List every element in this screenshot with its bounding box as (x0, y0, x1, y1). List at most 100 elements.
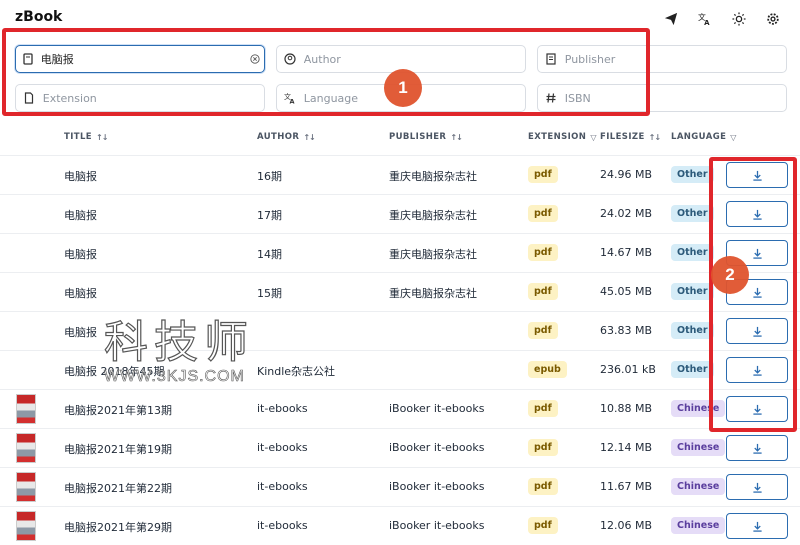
download-icon (752, 443, 762, 454)
book-cover-thumbnail[interactable] (16, 433, 36, 463)
send-icon[interactable] (662, 10, 680, 28)
row-title[interactable]: 电脑报 (64, 246, 97, 262)
clear-icon[interactable] (246, 54, 264, 64)
extension-badge: pdf (528, 517, 558, 534)
column-title-header[interactable]: TITLE ↑↓ (64, 132, 108, 142)
column-author-label: AUTHOR (257, 132, 300, 142)
download-button[interactable] (726, 513, 788, 539)
download-icon (752, 287, 762, 298)
language-badge: Other (671, 205, 714, 222)
row-title[interactable]: 电脑报 (64, 207, 97, 223)
row-title[interactable]: 电脑报 (64, 168, 97, 184)
column-title-label: TITLE (64, 132, 92, 142)
download-button[interactable] (726, 318, 788, 344)
row-publisher: 重庆电脑报杂志社 (389, 209, 477, 222)
sort-icon: ↑↓ (95, 132, 108, 142)
column-language-header[interactable]: LANGUAGE ▽ (671, 132, 737, 142)
row-author: it-ebooks (257, 480, 308, 493)
download-icon (752, 326, 762, 337)
filter-icon[interactable]: ▽ (730, 133, 737, 142)
extension-input[interactable] (42, 85, 264, 111)
extension-badge: pdf (528, 283, 558, 300)
row-author: it-ebooks (257, 402, 308, 415)
building-icon (538, 53, 565, 65)
row-publisher: iBooker it-ebooks (389, 402, 485, 415)
table-row: 电脑报 15期 重庆电脑报杂志社 pdf 45.05 MB Other (0, 272, 800, 311)
sort-icon: ↑↓ (303, 132, 315, 142)
row-title[interactable]: 电脑报 2018年45期 (64, 363, 165, 379)
book-cover-thumbnail[interactable] (16, 394, 36, 424)
table-row: 电脑报2021年第29期 it-ebooks iBooker it-ebooks… (0, 506, 800, 545)
language-badge: Chinese (671, 517, 726, 534)
language-badge: Other (671, 244, 714, 261)
book-cover-thumbnail[interactable] (16, 511, 36, 541)
table-header: TITLE ↑↓ AUTHOR ↑↓ PUBLISHER ↑↓ EXTENSION ▽ … (0, 127, 800, 149)
download-button[interactable] (726, 396, 788, 422)
author-input[interactable] (303, 46, 525, 72)
row-filesize: 24.02 MB (600, 207, 653, 220)
row-filesize: 12.14 MB (600, 441, 653, 454)
row-title[interactable]: 电脑报2021年第22期 (64, 480, 172, 496)
row-title[interactable]: 电脑报 (64, 324, 97, 340)
row-publisher: iBooker it-ebooks (389, 441, 485, 454)
row-author: 15期 (257, 287, 282, 300)
row-title[interactable]: 电脑报2021年第19期 (64, 441, 172, 457)
row-author: Kindle杂志公社 (257, 365, 336, 378)
sun-icon[interactable] (730, 10, 748, 28)
download-button[interactable] (726, 357, 788, 383)
table-row: 电脑报2021年第22期 it-ebooks iBooker it-ebooks… (0, 467, 800, 506)
table-row: 电脑报 17期 重庆电脑报杂志社 pdf 24.02 MB Other (0, 194, 800, 233)
sort-icon: ↑↓ (450, 132, 462, 142)
download-button[interactable] (726, 474, 788, 500)
row-title[interactable]: 电脑报2021年第29期 (64, 519, 172, 535)
column-filesize-header[interactable]: FILESIZE ↑↓ (600, 132, 661, 142)
isbn-input[interactable] (564, 85, 786, 111)
column-extension-header[interactable]: EXTENSION ▽ (528, 132, 597, 142)
download-icon (752, 209, 762, 220)
language-badge: Chinese (671, 439, 726, 456)
column-author-header[interactable]: AUTHOR ↑↓ (257, 132, 316, 142)
translate-icon: 文A (277, 92, 304, 104)
file-icon (16, 92, 43, 104)
column-publisher-label: PUBLISHER (389, 132, 447, 142)
download-icon (752, 482, 762, 493)
row-filesize: 24.96 MB (600, 168, 653, 181)
isbn-search-field[interactable] (537, 84, 787, 112)
language-badge: Other (671, 322, 714, 339)
table-row: 电脑报2021年第19期 it-ebooks iBooker it-ebooks… (0, 428, 800, 467)
annotation-badge-2: 2 (711, 256, 749, 294)
column-publisher-header[interactable]: PUBLISHER ↑↓ (389, 132, 463, 142)
row-title[interactable]: 电脑报2021年第13期 (64, 402, 172, 418)
language-badge: Chinese (671, 478, 726, 495)
row-title[interactable]: 电脑报 (64, 285, 97, 301)
publisher-input[interactable] (564, 46, 786, 72)
language-badge: Other (671, 361, 714, 378)
translate-icon[interactable]: 文A (696, 10, 714, 28)
language-badge: Other (671, 166, 714, 183)
row-filesize: 11.67 MB (600, 480, 653, 493)
svg-text:A: A (704, 19, 710, 26)
row-filesize: 45.05 MB (600, 285, 653, 298)
download-button[interactable] (726, 201, 788, 227)
table-row: 电脑报 16期 重庆电脑报杂志社 pdf 24.96 MB Other (0, 155, 800, 194)
row-author: 14期 (257, 248, 282, 261)
top-bar: zBook 文A (0, 0, 800, 36)
download-icon (752, 365, 762, 376)
row-publisher: 重庆电脑报杂志社 (389, 248, 477, 261)
book-cover-thumbnail[interactable] (16, 472, 36, 502)
row-publisher: iBooker it-ebooks (389, 519, 485, 532)
row-filesize: 63.83 MB (600, 324, 653, 337)
title-input[interactable] (40, 46, 246, 72)
filter-icon[interactable]: ▽ (590, 133, 597, 142)
sort-icon: ↑↓ (648, 132, 661, 142)
download-button[interactable] (726, 162, 788, 188)
row-publisher: iBooker it-ebooks (389, 480, 485, 493)
table-row: 电脑报 14期 重庆电脑报杂志社 pdf 14.67 MB Other (0, 233, 800, 272)
publisher-search-field[interactable] (537, 45, 787, 73)
row-author: 16期 (257, 170, 282, 183)
download-button[interactable] (726, 435, 788, 461)
gear-icon[interactable] (764, 10, 782, 28)
title-search-field[interactable] (15, 45, 265, 73)
hash-icon (538, 92, 565, 104)
extension-search-field[interactable] (15, 84, 265, 112)
